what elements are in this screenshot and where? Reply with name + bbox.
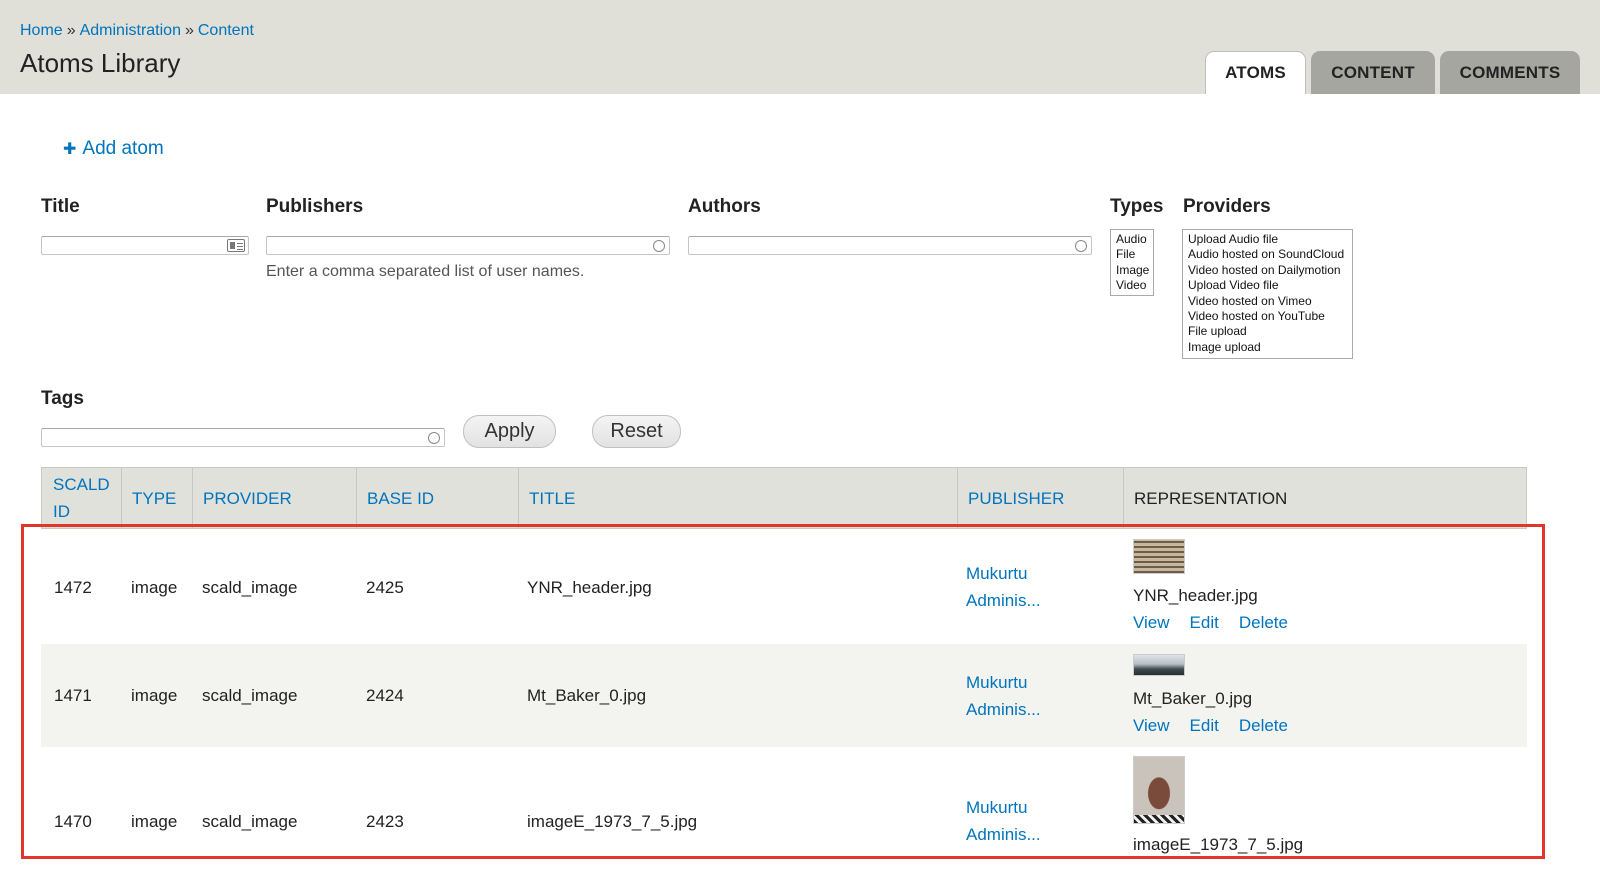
column-header-title[interactable]: TITLE xyxy=(518,468,957,528)
delete-link[interactable]: Delete xyxy=(1239,613,1288,633)
providers-option[interactable]: File upload xyxy=(1188,324,1347,339)
reset-button[interactable]: Reset xyxy=(592,415,681,448)
representation-title: Mt_Baker_0.jpg xyxy=(1133,689,1253,708)
thumbnail-image[interactable] xyxy=(1133,654,1185,676)
cell-base-id: 2424 xyxy=(366,686,404,705)
authors-filter-input[interactable] xyxy=(688,236,1092,255)
cell-provider: scald_image xyxy=(202,578,298,597)
row-operations: View Edit Delete xyxy=(1133,716,1288,736)
types-option[interactable]: File xyxy=(1116,247,1148,262)
tab-atoms[interactable]: ATOMS xyxy=(1205,51,1306,94)
column-header-scald-id[interactable]: SCALD ID xyxy=(42,468,121,528)
cell-title: imageE_1973_7_5.jpg xyxy=(527,812,698,831)
publisher-link[interactable]: Mukurtu Adminis... xyxy=(966,794,1041,848)
publisher-name-line: Mukurtu xyxy=(966,798,1028,817)
publisher-link[interactable]: Mukurtu Adminis... xyxy=(966,560,1041,614)
providers-option[interactable]: Video hosted on Dailymotion xyxy=(1188,263,1347,278)
providers-option[interactable]: Video hosted on YouTube xyxy=(1188,309,1347,324)
providers-select[interactable]: Upload Audio file Audio hosted on SoundC… xyxy=(1182,229,1353,359)
cell-provider: scald_image xyxy=(202,812,298,831)
cell-title: YNR_header.jpg xyxy=(527,578,652,597)
tags-filter-input[interactable] xyxy=(41,428,445,447)
breadcrumb-home[interactable]: Home xyxy=(20,22,63,39)
column-header-base-id[interactable]: BASE ID xyxy=(356,468,518,528)
tab-content[interactable]: CONTENT xyxy=(1311,51,1435,94)
breadcrumb-separator: » xyxy=(184,22,194,39)
autocomplete-icon xyxy=(653,240,665,252)
types-option[interactable]: Image xyxy=(1116,263,1149,278)
thumbnail-image[interactable] xyxy=(1133,756,1185,824)
title-filter-label: Title xyxy=(41,196,80,217)
page-header: Home» Administration» Content Atoms Librar… xyxy=(0,0,1600,94)
breadcrumb-administration[interactable]: Administration xyxy=(80,22,181,39)
types-option[interactable]: Video xyxy=(1116,278,1148,293)
delete-link[interactable]: Delete xyxy=(1239,716,1288,736)
cell-base-id: 2425 xyxy=(366,578,404,597)
contact-card-icon xyxy=(227,239,245,252)
breadcrumb-separator: » xyxy=(66,22,76,39)
providers-filter-label: Providers xyxy=(1183,196,1271,217)
apply-button[interactable]: Apply xyxy=(463,415,556,448)
cell-title: Mt_Baker_0.jpg xyxy=(527,686,647,705)
view-link[interactable]: View xyxy=(1133,716,1170,736)
primary-tabs: ATOMS CONTENT COMMENTS xyxy=(1205,51,1580,94)
publishers-help-text: Enter a comma separated list of user nam… xyxy=(266,263,585,280)
column-header-provider[interactable]: PROVIDER xyxy=(192,468,356,528)
types-select[interactable]: Audio File Image Video xyxy=(1110,229,1154,296)
column-header-representation: REPRESENTATION xyxy=(1134,488,1288,508)
cell-provider: scald_image xyxy=(202,686,298,705)
table-row: 1471 image scald_image 2424 Mt_Baker_0.j… xyxy=(41,644,1527,747)
autocomplete-icon xyxy=(428,432,440,444)
column-header-type[interactable]: TYPE xyxy=(121,468,192,528)
thumbnail-image[interactable] xyxy=(1133,539,1185,574)
row-operations: View Edit Delete xyxy=(1133,613,1288,633)
edit-link[interactable]: Edit xyxy=(1190,716,1219,736)
cell-scald-id: 1472 xyxy=(54,578,92,597)
cell-type: image xyxy=(131,686,178,705)
title-filter-input[interactable] xyxy=(41,236,249,255)
authors-filter-label: Authors xyxy=(688,196,761,217)
add-atom-link[interactable]: ✚ Add atom xyxy=(63,138,164,160)
publisher-name-line: Adminis... xyxy=(966,825,1041,844)
breadcrumb-content[interactable]: Content xyxy=(198,22,254,39)
publisher-link[interactable]: Mukurtu Adminis... xyxy=(966,669,1041,723)
table-header: SCALD ID TYPE PROVIDER BASE ID TITLE PUB… xyxy=(41,467,1527,529)
table-row: 1470 image scald_image 2423 imageE_1973_… xyxy=(41,747,1527,880)
publishers-filter-label: Publishers xyxy=(266,196,364,217)
autocomplete-icon xyxy=(1075,240,1087,252)
providers-option[interactable]: Video hosted on Vimeo xyxy=(1188,294,1347,309)
types-filter-label: Types xyxy=(1110,196,1164,217)
publisher-name-line: Adminis... xyxy=(966,700,1041,719)
publisher-name-line: Mukurtu xyxy=(966,673,1028,692)
page-title: Atoms Library xyxy=(20,48,181,78)
breadcrumb: Home» Administration» Content xyxy=(20,22,254,40)
providers-option[interactable]: Upload Audio file xyxy=(1188,232,1347,247)
tab-comments[interactable]: COMMENTS xyxy=(1440,51,1580,94)
publisher-name-line: Mukurtu xyxy=(966,564,1028,583)
column-header-publisher[interactable]: PUBLISHER xyxy=(957,468,1123,528)
cell-base-id: 2423 xyxy=(366,812,404,831)
view-link[interactable]: View xyxy=(1133,613,1170,633)
cell-type: image xyxy=(131,578,178,597)
representation-title: YNR_header.jpg xyxy=(1133,586,1258,605)
representation-title: imageE_1973_7_5.jpg xyxy=(1133,835,1304,854)
providers-option[interactable]: Image upload xyxy=(1188,340,1347,355)
types-option[interactable]: Audio xyxy=(1116,232,1148,247)
publisher-name-line: Adminis... xyxy=(966,591,1041,610)
add-atom-label: Add atom xyxy=(82,138,164,159)
tags-filter-label: Tags xyxy=(41,388,84,409)
cell-scald-id: 1470 xyxy=(54,812,92,831)
cell-scald-id: 1471 xyxy=(54,686,92,705)
publishers-filter-input[interactable] xyxy=(266,236,670,255)
plus-icon: ✚ xyxy=(63,141,77,158)
providers-option[interactable]: Upload Video file xyxy=(1188,278,1347,293)
edit-link[interactable]: Edit xyxy=(1190,613,1219,633)
providers-option[interactable]: Audio hosted on SoundCloud xyxy=(1188,247,1347,262)
cell-type: image xyxy=(131,812,178,831)
table-row: 1472 image scald_image 2425 YNR_header.j… xyxy=(41,529,1527,644)
